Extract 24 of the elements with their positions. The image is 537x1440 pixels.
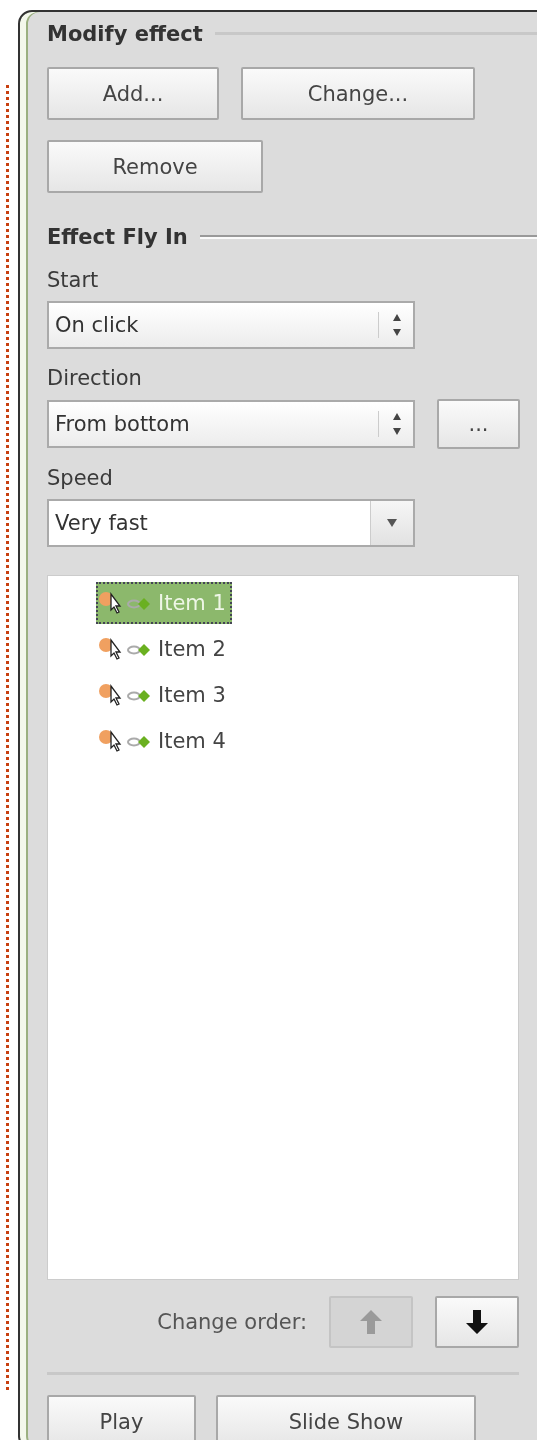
list-item[interactable]: Item 4 (96, 719, 232, 762)
more-options-button[interactable]: ... (437, 398, 520, 449)
section-title: Modify effect (47, 21, 203, 46)
spin-arrows-icon[interactable] (378, 410, 403, 437)
spin-field[interactable]: From bottom (47, 399, 415, 448)
spin-arrows-icon[interactable] (378, 311, 403, 338)
list-item[interactable]: Item 3 (96, 673, 232, 716)
spin-field[interactable]: On click (47, 300, 415, 349)
field-label: Direction (47, 364, 143, 392)
action-button[interactable]: Add... (47, 67, 219, 121)
field-label: Speed (47, 464, 114, 492)
list-item[interactable]: Item 2 (96, 627, 232, 670)
field-label: Start (47, 266, 100, 294)
dropdown-arrow-icon (386, 517, 398, 528)
change-order-label: Change order: (157, 1310, 307, 1335)
action-button[interactable]: Play (47, 1395, 196, 1440)
up-arrow-icon (359, 1309, 383, 1336)
action-button[interactable]: Remove (47, 140, 263, 194)
down-arrow-icon (465, 1309, 489, 1336)
action-button[interactable]: Change... (241, 67, 475, 121)
action-button[interactable]: Slide Show (216, 1395, 476, 1440)
section-title: Effect Fly In (47, 225, 188, 250)
move-down-button[interactable] (435, 1296, 519, 1349)
dropdown-field[interactable]: Very fast (47, 498, 415, 547)
